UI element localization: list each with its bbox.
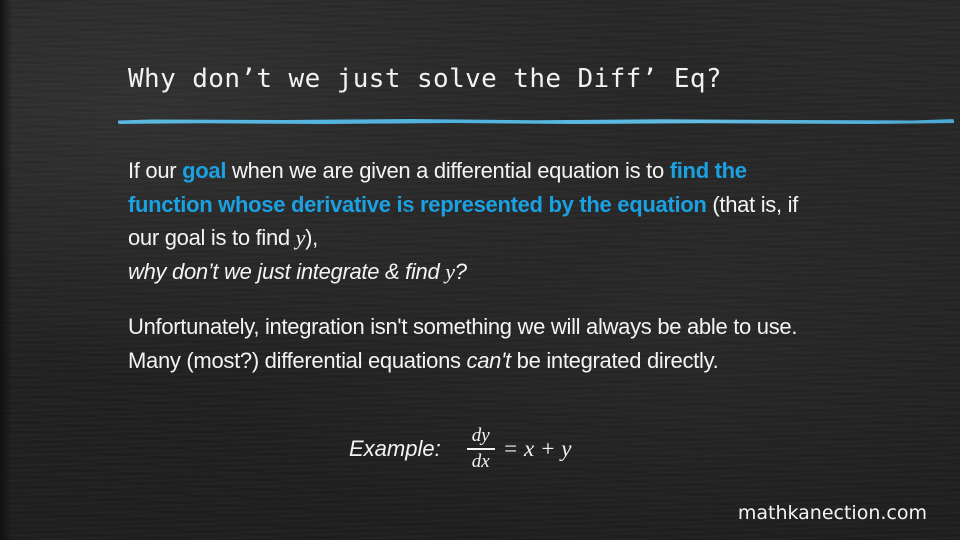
para1-text-1: If our [128, 158, 183, 183]
paragraph-goal: If our goal when we are given a differen… [128, 154, 828, 288]
example-label: Example: [349, 436, 441, 461]
question-variable-y: y [445, 258, 455, 284]
footer-website: mathkanection.com [737, 502, 927, 524]
cant-emphasis: can't [466, 347, 512, 373]
fraction-denominator: dx [471, 451, 490, 472]
question-mark: ? [454, 258, 467, 284]
para2-text-2: be integrated directly. [510, 347, 719, 373]
equation-rhs: = x + y [502, 436, 572, 461]
fraction-numerator: dy [471, 425, 490, 446]
para1-text-4: ), [305, 225, 318, 250]
paragraph-integration: Unfortunately, integration isn't somethi… [128, 310, 848, 377]
derivative-fraction: dy dx [466, 425, 495, 472]
variable-y: y [295, 225, 306, 250]
para1-text-2: when we are given a differential equatio… [226, 158, 670, 183]
example-equation: Example: dy dx = x + y [349, 426, 571, 472]
slide-title: Why don’t we just solve the Diff’ Eq? [128, 64, 722, 94]
stray-equation-artifact: dy/dx=x+y [393, 208, 438, 218]
question-text: why don’t we just integrate & find y? [128, 259, 467, 284]
question-part-1: why don’t we just integrate & find [128, 258, 446, 284]
slide-edge-shadow [0, 0, 12, 540]
goal-highlight: goal [182, 158, 227, 183]
fraction-bar [466, 448, 495, 450]
